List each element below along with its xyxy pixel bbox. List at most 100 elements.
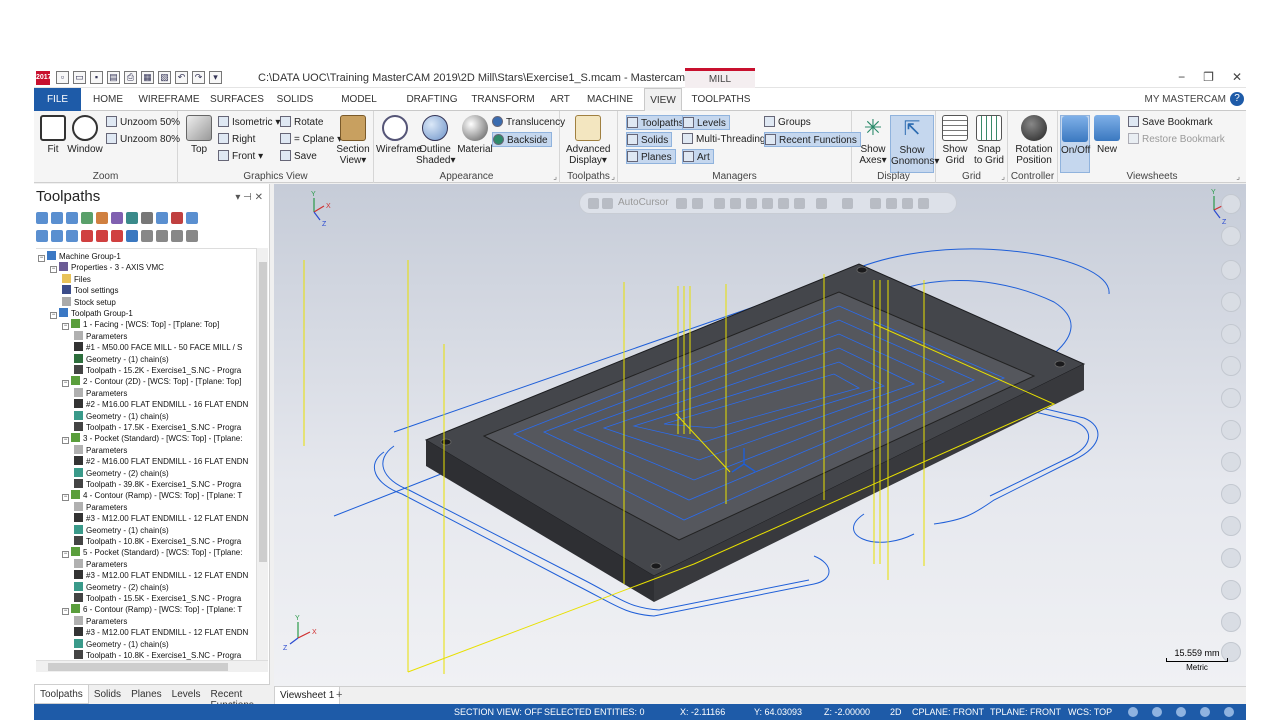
tree-node[interactable]: #3 - M12.00 FLAT ENDMILL - 12 FLAT ENDN xyxy=(74,513,248,524)
tree-node[interactable]: Parameters xyxy=(74,387,127,399)
tree-node[interactable]: #3 - M12.00 FLAT ENDMILL - 12 FLAT ENDN xyxy=(74,627,248,638)
add-viewsheet-icon[interactable]: + xyxy=(336,689,342,701)
unzoom-50-button[interactable]: Unzoom 50% xyxy=(106,115,180,130)
tree-node[interactable]: − 4 - Contour (Ramp) - [WCS: Top] - [Tpla… xyxy=(62,490,242,502)
select-all-icon[interactable] xyxy=(36,212,48,224)
tree-node[interactable]: #1 - M50.00 FACE MILL - 50 FACE MILL / S xyxy=(74,342,242,353)
scrollbar-thumb[interactable] xyxy=(48,663,228,671)
z-coordinate[interactable]: Z: -2.00000 xyxy=(824,704,870,720)
levels-manager-toggle[interactable]: Levels xyxy=(682,115,730,130)
tree-node[interactable]: Toolpath - 39.8K - Exercise1_S.NC - Prog… xyxy=(74,479,241,490)
collapse-toggle-icon[interactable]: − xyxy=(38,255,45,262)
outline-icon[interactable] xyxy=(1176,707,1186,717)
show-axes-button[interactable]: ✳ Show Axes▾ xyxy=(854,115,892,166)
restore-bookmark-button[interactable]: Restore Bookmark xyxy=(1128,132,1225,147)
section-view-button[interactable]: Section View▾ xyxy=(336,115,370,166)
tree-node[interactable]: Parameters xyxy=(74,501,127,513)
show-grid-button[interactable]: Show Grid xyxy=(938,115,972,166)
select-solid-icon[interactable] xyxy=(762,198,773,209)
chain-icon[interactable] xyxy=(1221,420,1241,440)
save-view-button[interactable]: Save xyxy=(280,149,317,164)
undo-icon[interactable]: ↶ xyxy=(175,71,188,84)
tree-node[interactable]: − 5 - Pocket (Standard) - [WCS: Top] - [T… xyxy=(62,547,242,559)
help-status-icon[interactable] xyxy=(1224,707,1234,717)
tree-node[interactable]: Stock setup xyxy=(62,296,116,308)
customize-qat-icon[interactable]: ▾ xyxy=(209,71,222,84)
select-body-icon[interactable] xyxy=(794,198,805,209)
art-manager-toggle[interactable]: Art xyxy=(682,149,714,164)
add-icon[interactable] xyxy=(1221,194,1241,214)
manager-tab-recent-functions[interactable]: Recent Functions xyxy=(206,685,270,711)
translucency-button[interactable]: Translucency xyxy=(492,115,565,130)
advanced-display-button[interactable]: Advanced Display▾ xyxy=(566,115,610,166)
tree-node[interactable]: Geometry - (1) chain(s) xyxy=(74,410,169,422)
tree-node[interactable]: Geometry - (1) chain(s) xyxy=(74,524,169,536)
tool-icon[interactable] xyxy=(1221,548,1241,568)
end-selection-icon[interactable] xyxy=(886,198,897,209)
tree-node[interactable]: Toolpath - 15.5K - Exercise1_S.NC - Prog… xyxy=(74,593,241,604)
manager-tab-levels[interactable]: Levels xyxy=(167,685,206,704)
move-up-icon[interactable] xyxy=(96,230,108,242)
unzoom-80-button[interactable]: Unzoom 80% xyxy=(106,132,180,147)
snap-icon[interactable] xyxy=(692,198,703,209)
note-icon[interactable] xyxy=(1221,452,1241,472)
toolpaths-manager-toggle[interactable]: Toolpaths xyxy=(626,115,688,130)
circle-select-icon[interactable] xyxy=(1221,292,1241,312)
clear-selection-icon[interactable] xyxy=(870,198,881,209)
autocursor-label[interactable]: AutoCursor xyxy=(618,197,669,208)
tree-node[interactable]: Geometry - (2) chain(s) xyxy=(74,581,169,593)
tree-node[interactable]: #3 - M12.00 FLAT ENDMILL - 12 FLAT ENDN xyxy=(74,570,248,581)
tab-model-prep[interactable]: MODEL PREP xyxy=(328,88,390,128)
tree-node[interactable]: #2 - M16.00 FLAT ENDMILL - 16 FLAT ENDN xyxy=(74,456,248,467)
tree-node[interactable]: Geometry - (1) chain(s) xyxy=(74,353,169,365)
highfeed-icon[interactable] xyxy=(171,212,183,224)
settings-icon[interactable] xyxy=(186,230,198,242)
my-mastercam-link[interactable]: MY MASTERCAM xyxy=(1145,94,1227,105)
tab-wireframe[interactable]: WIREFRAME xyxy=(138,88,200,111)
g1-post-icon[interactable] xyxy=(141,212,153,224)
tab-machine[interactable]: MACHINE xyxy=(584,88,636,111)
tree-node[interactable]: − Properties - 3 - AXIS VMC xyxy=(50,262,164,274)
restore-icon[interactable]: ❐ xyxy=(1203,70,1214,84)
tree-node[interactable]: Toolpath - 10.8K - Exercise1_S.NC - Prog… xyxy=(74,536,241,547)
tree-vertical-scrollbar[interactable] xyxy=(256,248,268,660)
window-mode-icon[interactable] xyxy=(842,198,853,209)
front-view-button[interactable]: Front ▾ xyxy=(218,149,263,164)
viewsheet-1-tab[interactable]: Viewsheet 1 xyxy=(274,687,341,705)
collapse-toggle-icon[interactable]: − xyxy=(62,608,69,616)
select-failed-icon[interactable] xyxy=(51,212,63,224)
select-chain-icon[interactable] xyxy=(730,198,741,209)
section-view-status[interactable]: SECTION VIEW: OFF xyxy=(454,704,542,720)
tree-node[interactable]: − 2 - Contour (2D) - [WCS: Top] - [Tplane… xyxy=(62,376,241,388)
help-icon[interactable]: ? xyxy=(1230,92,1244,106)
collapse-toggle-icon[interactable]: − xyxy=(50,266,57,274)
dialog-launcher-icon[interactable]: ⌟ xyxy=(553,172,557,181)
tree-horizontal-scrollbar[interactable] xyxy=(36,660,268,672)
save-icon[interactable]: ▪ xyxy=(90,71,103,84)
lock-icon[interactable] xyxy=(141,230,153,242)
collapse-toggle-icon[interactable]: − xyxy=(62,494,69,502)
tab-art[interactable]: ART xyxy=(544,88,576,111)
wcs-status[interactable]: WCS: TOP xyxy=(1068,704,1112,720)
print-preview-icon[interactable]: ▦ xyxy=(141,71,154,84)
regenerate-icon[interactable] xyxy=(66,212,78,224)
collapse-toggle-icon[interactable]: − xyxy=(62,551,69,559)
multi-threading-manager-toggle[interactable]: Multi-Threading xyxy=(682,132,765,147)
expand-icon[interactable] xyxy=(36,230,48,242)
post-selected-icon[interactable] xyxy=(156,212,168,224)
tab-drafting[interactable]: DRAFTING xyxy=(404,88,460,111)
collapse-toggle-icon[interactable]: − xyxy=(62,437,69,445)
close-view-icon[interactable] xyxy=(1221,226,1241,246)
dimension-icon[interactable] xyxy=(1221,388,1241,408)
collapse-toggle-icon[interactable]: − xyxy=(62,323,69,331)
tplane-status[interactable]: TPLANE: FRONT xyxy=(990,704,1061,720)
tree-node[interactable]: − Machine Group-1 xyxy=(38,251,121,262)
tree-node[interactable]: Parameters xyxy=(74,558,127,570)
verify-icon[interactable] xyxy=(111,212,123,224)
minimize-icon[interactable]: − xyxy=(1178,70,1185,84)
cube-icon[interactable] xyxy=(1221,356,1241,376)
select-only-icon[interactable] xyxy=(918,198,929,209)
select-all-icon[interactable] xyxy=(902,198,913,209)
tree-node[interactable]: Toolpath - 17.5K - Exercise1_S.NC - Prog… xyxy=(74,422,241,433)
viewsheets-onoff-button[interactable]: On/Off xyxy=(1060,115,1090,173)
